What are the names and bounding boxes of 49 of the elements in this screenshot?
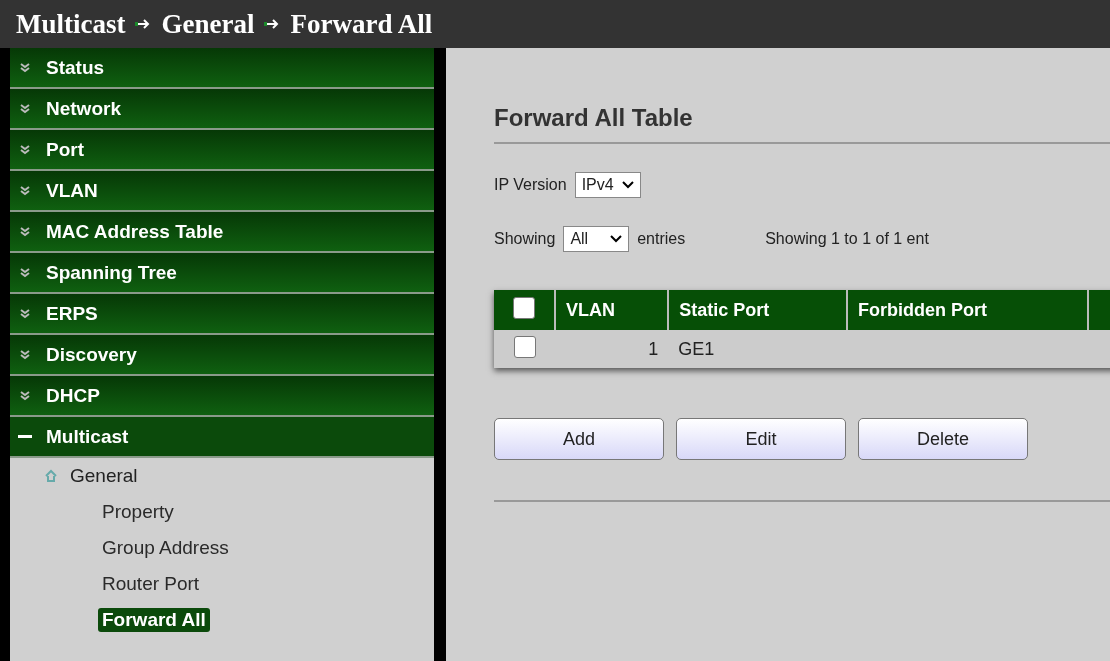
breadcrumb-text: Forward All <box>290 8 433 40</box>
chevron-down-icon <box>20 144 30 155</box>
menu-item[interactable]: VLAN <box>10 171 434 212</box>
column-header: Forbidden Port <box>847 290 1089 330</box>
minus-icon <box>18 434 32 439</box>
arrow-icon <box>264 18 281 30</box>
breadcrumb-text: Multicast <box>16 8 126 40</box>
menu-item[interactable]: Port <box>10 130 434 171</box>
entries-select[interactable]: All <box>563 226 630 252</box>
chevron-down-icon <box>20 308 30 319</box>
menu-item[interactable]: MAC Address Table <box>10 212 434 253</box>
chevron-down-icon <box>20 267 30 278</box>
chevron-down-icon <box>20 390 30 401</box>
menu-item[interactable]: Network <box>10 89 434 130</box>
chevron-down-icon <box>20 103 30 114</box>
column-header: Static Port <box>668 290 848 330</box>
breadcrumb-text: General <box>161 8 255 40</box>
menu-item[interactable]: DHCP <box>10 376 434 417</box>
menu-item[interactable]: Router Port <box>98 572 204 596</box>
menu-item[interactable]: Multicast <box>10 417 434 458</box>
menu-item[interactable]: Forward All <box>98 608 210 632</box>
menu-item[interactable]: ERPS <box>10 294 434 335</box>
menu-item[interactable]: Property <box>98 500 178 524</box>
menu-item[interactable]: Spanning Tree <box>10 253 434 294</box>
checkbox[interactable] <box>513 335 536 358</box>
menu-item[interactable]: General <box>70 465 138 487</box>
column-header: VLAN <box>555 290 669 330</box>
action-button[interactable]: Delete <box>858 418 1028 460</box>
menu-item[interactable]: Discovery <box>10 335 434 376</box>
field-label: entries <box>637 230 686 248</box>
section-title: Forward All Table <box>494 104 1110 144</box>
caret-icon <box>610 235 623 243</box>
table-cell: GE1 <box>668 330 848 368</box>
checkbox[interactable] <box>513 296 535 319</box>
menu-item[interactable]: Status <box>10 48 434 89</box>
action-button[interactable]: Add <box>494 418 664 460</box>
table-cell: 1 <box>555 330 669 368</box>
chevron-down-icon <box>20 349 30 360</box>
action-button[interactable]: Edit <box>676 418 846 460</box>
field-label: IP Version <box>494 176 567 194</box>
ip-version-select[interactable]: IPv4 <box>574 172 641 198</box>
chevron-down-icon <box>20 226 30 237</box>
arrow-icon <box>135 18 152 30</box>
caret-icon <box>621 181 634 189</box>
chevron-down-icon <box>20 62 30 73</box>
entries-summary: Showing 1 to 1 of 1 ent <box>765 230 929 248</box>
chevron-down-icon <box>20 185 30 196</box>
menu-item[interactable]: Group Address <box>98 536 233 560</box>
field-label: Showing <box>494 230 556 248</box>
